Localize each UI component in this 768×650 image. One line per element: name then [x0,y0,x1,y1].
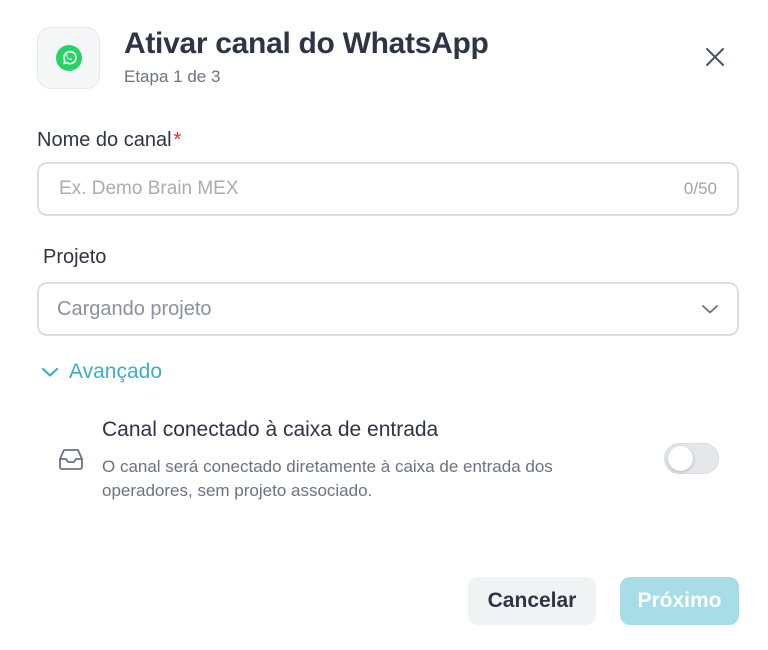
cancel-button[interactable]: Cancelar [468,577,596,625]
chevron-down-icon [41,367,59,377]
inbox-option-title: Canal conectado à caixa de entrada [102,418,439,441]
project-select-value: Cargando projeto [57,297,212,320]
app-icon-container [37,27,100,89]
character-counter: 0/50 [683,179,717,198]
channel-name-field[interactable]: 0/50 [37,162,739,216]
project-label: Projeto [43,246,107,268]
inbox-option-description: O canal será conectado diretamente à cai… [102,457,553,500]
step-indicator: Etapa 1 de 3 [124,67,221,86]
close-icon [706,48,724,66]
advanced-toggle[interactable]: Avançado [41,360,162,384]
close-button[interactable] [702,44,728,70]
next-button[interactable]: Próximo [620,577,739,625]
channel-name-input[interactable] [59,178,684,200]
channel-name-label-text: Nome do canal [37,129,172,151]
dialog-title: Ativar canal do WhatsApp [124,27,489,60]
advanced-label: Avançado [69,360,163,383]
channel-name-label: Nome do canal * [37,129,181,152]
chevron-down-icon [702,305,718,314]
whatsapp-icon [55,45,82,71]
project-select[interactable]: Cargando projeto [37,282,739,336]
inbox-toggle-switch[interactable] [664,443,719,474]
required-mark: * [173,129,182,151]
inbox-icon [59,449,83,470]
switch-knob [668,446,693,471]
